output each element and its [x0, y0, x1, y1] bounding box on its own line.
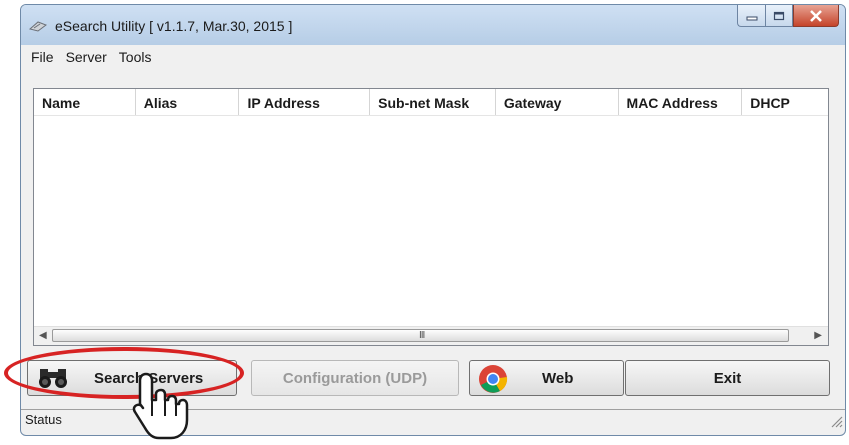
- title-bar[interactable]: eSearch Utility [ v1.1.7, Mar.30, 2015 ]: [21, 5, 845, 45]
- exit-label: Exit: [713, 369, 742, 387]
- server-list[interactable]: Name Alias IP Address Sub-net Mask Gatew…: [33, 88, 829, 346]
- column-mac-address[interactable]: MAC Address: [619, 89, 743, 115]
- maximize-icon: [773, 11, 785, 20]
- scroll-thumb[interactable]: III: [52, 329, 789, 342]
- minimize-icon: [746, 16, 757, 20]
- configuration-button[interactable]: Configuration (UDP): [251, 360, 459, 396]
- status-text: Status: [25, 412, 62, 427]
- web-label: Web: [542, 370, 574, 387]
- close-icon: [810, 9, 822, 22]
- horizontal-scrollbar[interactable]: ◀ III ▶: [34, 326, 828, 345]
- web-button[interactable]: Web: [469, 360, 624, 396]
- menu-server[interactable]: Server: [60, 49, 113, 65]
- column-gateway[interactable]: Gateway: [496, 89, 619, 115]
- window-title: eSearch Utility [ v1.1.7, Mar.30, 2015 ]: [55, 18, 293, 34]
- scroll-right-icon[interactable]: ▶: [814, 330, 822, 341]
- minimize-button[interactable]: [737, 5, 765, 27]
- hand-pointer-icon: [132, 372, 189, 440]
- column-ip-address[interactable]: IP Address: [239, 89, 371, 115]
- exit-button[interactable]: Exit: [625, 360, 830, 396]
- resize-grip-icon[interactable]: [829, 414, 843, 428]
- scroll-grip: III: [419, 330, 425, 341]
- menu-bar: File Server Tools: [21, 45, 845, 69]
- menu-tools[interactable]: Tools: [113, 49, 158, 65]
- scroll-left-icon[interactable]: ◀: [39, 330, 47, 341]
- menu-file[interactable]: File: [25, 49, 60, 65]
- network-icon: [29, 21, 47, 32]
- column-alias[interactable]: Alias: [136, 89, 240, 115]
- list-header: Name Alias IP Address Sub-net Mask Gatew…: [34, 89, 828, 116]
- column-dhcp[interactable]: DHCP: [742, 89, 828, 115]
- configuration-label: Configuration (UDP): [282, 369, 428, 387]
- highlight-ellipse: [4, 347, 244, 399]
- window-controls: [737, 5, 839, 27]
- chrome-icon: [479, 365, 508, 393]
- maximize-button[interactable]: [765, 5, 793, 27]
- column-name[interactable]: Name: [34, 89, 136, 115]
- column-subnet-mask[interactable]: Sub-net Mask: [370, 89, 496, 115]
- close-button[interactable]: [793, 5, 839, 27]
